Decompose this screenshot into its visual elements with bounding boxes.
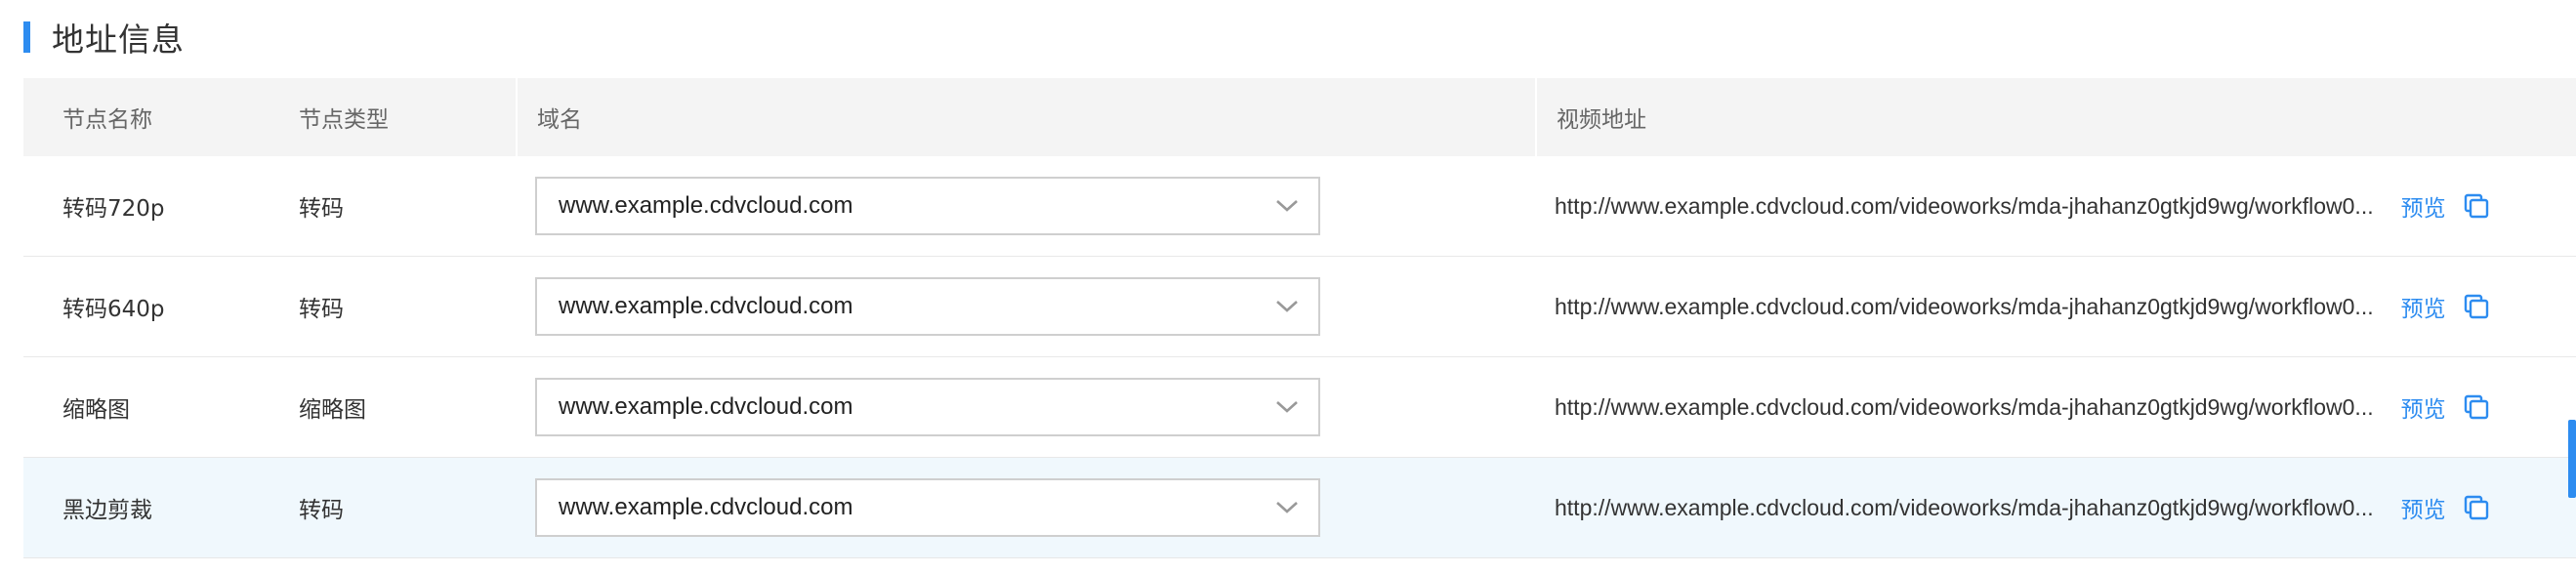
video-url: http://www.example.cdvcloud.com/videowor…	[1555, 393, 2374, 420]
domain-cell: www.example.cdvcloud.com	[516, 156, 1535, 256]
header-node-type: 节点类型	[299, 107, 389, 133]
video-url-cell: http://www.example.cdvcloud.com/videowor…	[1535, 458, 2576, 557]
chevron-down-icon	[1275, 199, 1299, 213]
domain-select[interactable]: www.example.cdvcloud.com	[535, 478, 1320, 537]
copy-icon[interactable]	[2464, 495, 2489, 520]
node-name: 黑边剪裁	[62, 498, 152, 523]
node-type: 转码	[299, 196, 344, 222]
domain-select-value: www.example.cdvcloud.com	[559, 293, 853, 319]
node-type: 转码	[299, 297, 344, 322]
domain-select[interactable]: www.example.cdvcloud.com	[535, 277, 1320, 336]
chevron-down-icon	[1275, 501, 1299, 514]
video-url: http://www.example.cdvcloud.com/videowor…	[1555, 293, 2374, 319]
chevron-down-icon	[1275, 300, 1299, 313]
preview-link[interactable]: 预览	[2401, 491, 2446, 524]
domain-cell: www.example.cdvcloud.com	[516, 357, 1535, 457]
table-row: 转码720p 转码 www.example.cdvcloud.com http:…	[23, 156, 2576, 257]
header-video-url: 视频地址	[1535, 78, 2576, 156]
domain-select-value: www.example.cdvcloud.com	[559, 393, 853, 420]
domain-select-value: www.example.cdvcloud.com	[559, 192, 853, 219]
video-url-cell: http://www.example.cdvcloud.com/videowor…	[1535, 357, 2576, 457]
node-name: 转码720p	[62, 196, 165, 222]
table-header: 节点名称 节点类型 域名 视频地址	[23, 78, 2576, 156]
scrollbar-thumb[interactable]	[2568, 420, 2576, 498]
copy-icon[interactable]	[2464, 394, 2489, 420]
domain-select[interactable]: www.example.cdvcloud.com	[535, 378, 1320, 436]
node-type: 缩略图	[299, 397, 366, 423]
section-title: 地址信息	[52, 20, 185, 59]
video-url: http://www.example.cdvcloud.com/videowor…	[1555, 494, 2374, 520]
section-accent-bar	[23, 21, 30, 53]
header-domain: 域名	[516, 78, 1535, 156]
video-url-cell: http://www.example.cdvcloud.com/videowor…	[1535, 156, 2576, 256]
node-name: 转码640p	[62, 297, 165, 322]
copy-icon[interactable]	[2464, 294, 2489, 319]
preview-link[interactable]: 预览	[2401, 390, 2446, 424]
video-url: http://www.example.cdvcloud.com/videowor…	[1555, 192, 2374, 219]
section-header: 地址信息	[23, 10, 185, 64]
domain-cell: www.example.cdvcloud.com	[516, 458, 1535, 557]
chevron-down-icon	[1275, 400, 1299, 414]
table-row: 转码640p 转码 www.example.cdvcloud.com http:…	[23, 257, 2576, 357]
preview-link[interactable]: 预览	[2401, 290, 2446, 323]
copy-icon[interactable]	[2464, 193, 2489, 219]
node-name: 缩略图	[62, 397, 130, 423]
table-row: 缩略图 缩略图 www.example.cdvcloud.com http://…	[23, 357, 2576, 458]
domain-cell: www.example.cdvcloud.com	[516, 257, 1535, 356]
domain-select-value: www.example.cdvcloud.com	[559, 494, 853, 520]
header-node-name: 节点名称	[62, 107, 152, 133]
address-table: 节点名称 节点类型 域名 视频地址 转码720p 转码 www.example.…	[23, 78, 2576, 558]
table-row: 黑边剪裁 转码 www.example.cdvcloud.com http://…	[23, 458, 2576, 558]
video-url-cell: http://www.example.cdvcloud.com/videowor…	[1535, 257, 2576, 356]
preview-link[interactable]: 预览	[2401, 189, 2446, 223]
node-type: 转码	[299, 498, 344, 523]
domain-select[interactable]: www.example.cdvcloud.com	[535, 177, 1320, 235]
